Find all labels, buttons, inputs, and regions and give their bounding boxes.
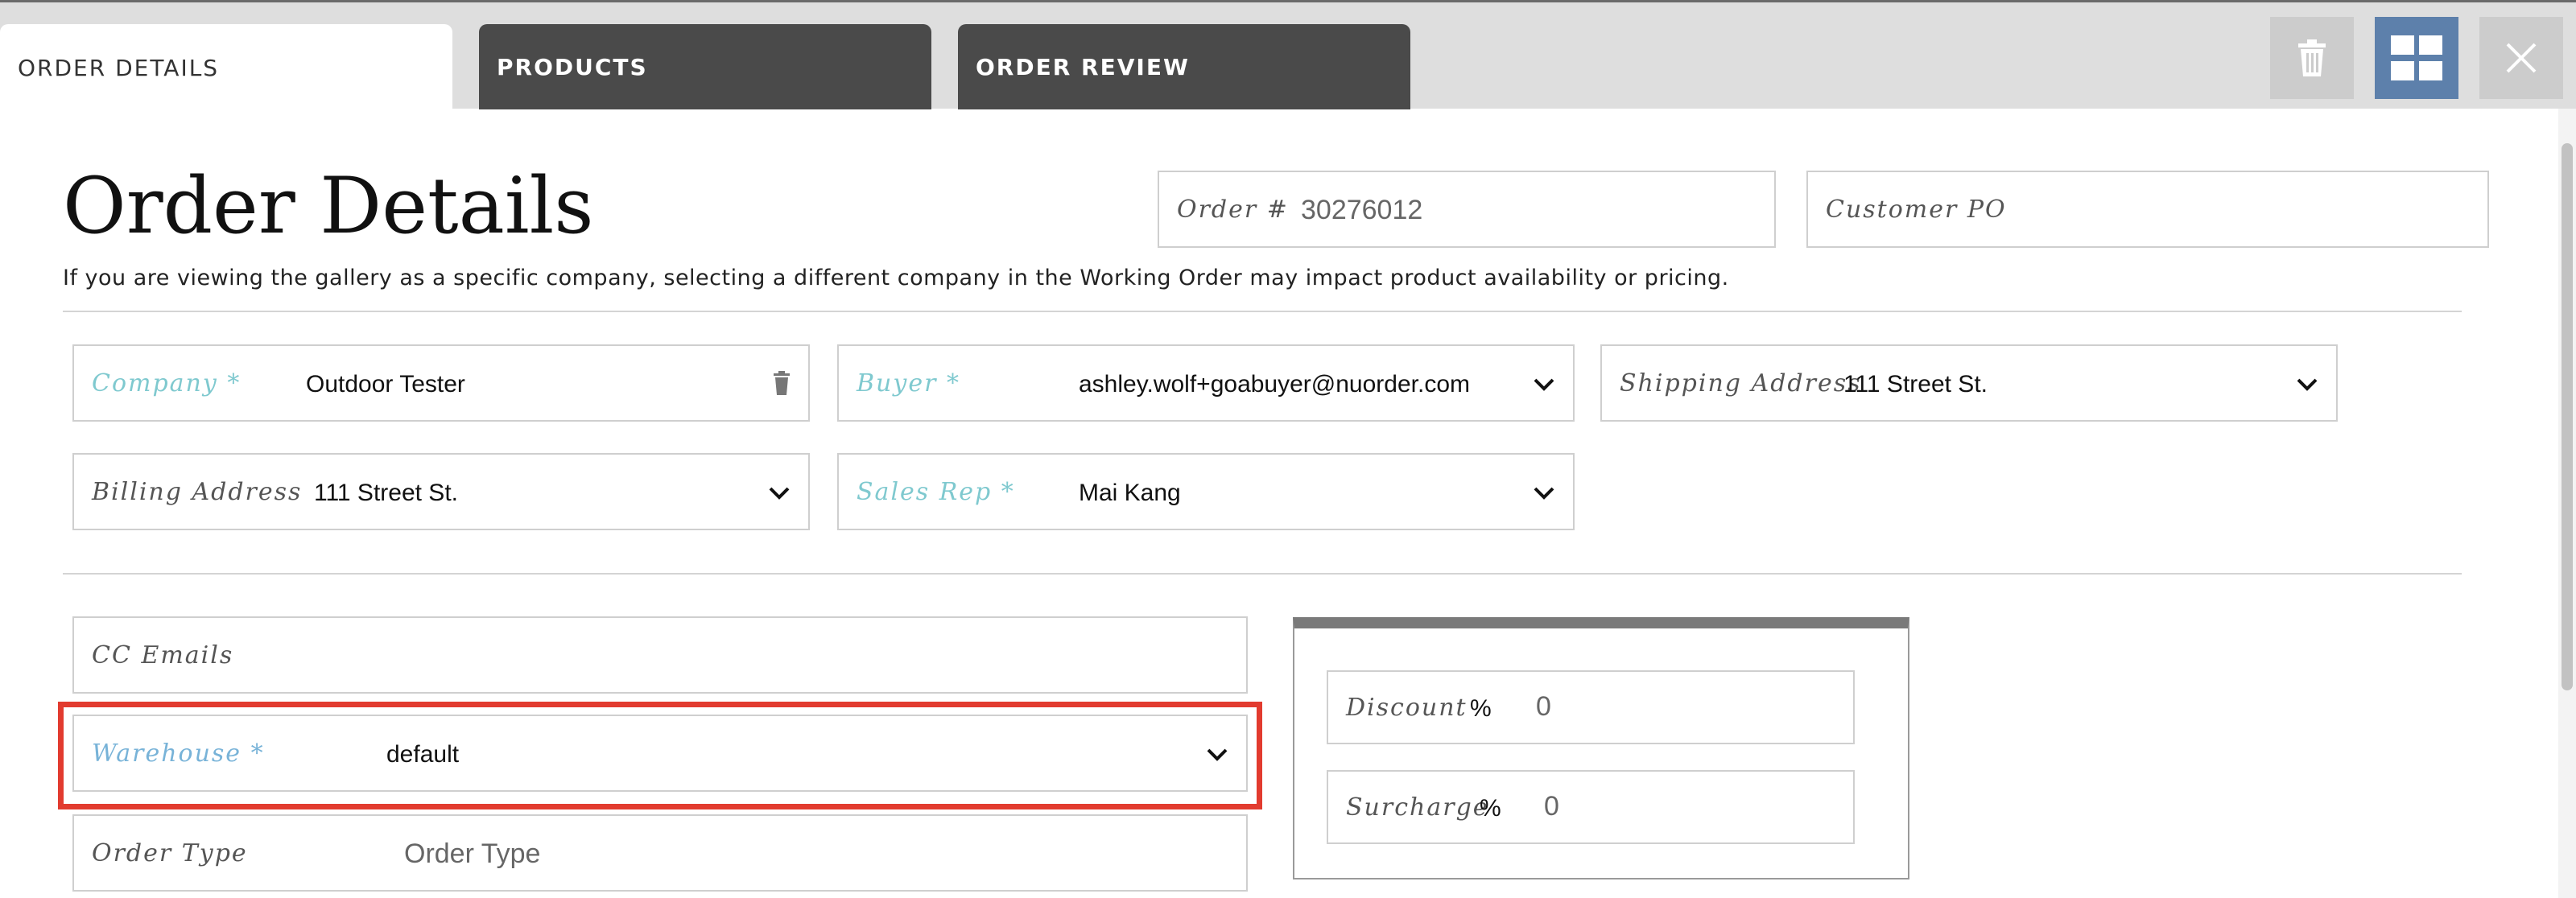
tab-order-details[interactable]: ORDER DETAILS (0, 24, 452, 111)
chevron-down-icon (1534, 378, 1554, 391)
order-type-placeholder: Order Type (404, 838, 541, 869)
shipping-address-field[interactable]: Shipping Address 111 Street St. (1600, 344, 2338, 422)
tab-products[interactable]: PRODUCTS (479, 24, 931, 109)
cc-emails-label: CC Emails (92, 641, 234, 669)
sales-rep-value: Mai Kang (1079, 480, 1181, 506)
discount-field[interactable]: Discount % 0 (1327, 670, 1855, 744)
warehouse-highlight (58, 702, 1262, 809)
surcharge-unit: % (1480, 795, 1501, 822)
company-label: Company * (92, 369, 242, 398)
buyer-label: Buyer * (857, 369, 960, 398)
billing-address-field[interactable]: Billing Address 111 Street St. (72, 453, 810, 530)
tab-bar: ORDER DETAILS PRODUCTS ORDER REVIEW (0, 0, 2576, 111)
divider (63, 311, 2462, 312)
shipping-address-label: Shipping Address (1620, 369, 1862, 398)
close-icon (2506, 43, 2537, 73)
grid-icon (2391, 35, 2442, 80)
divider (63, 573, 2462, 575)
tab-label: ORDER DETAILS (18, 54, 220, 81)
buyer-field[interactable]: Buyer * ashley.wolf+goabuyer@nuorder.com (837, 344, 1575, 422)
chevron-down-icon (1534, 487, 1554, 500)
order-number-value: 30276012 (1301, 195, 1423, 225)
surcharge-value: 0 (1544, 791, 1559, 822)
chevron-down-icon (769, 487, 790, 500)
billing-address-label: Billing Address (92, 477, 303, 506)
trash-icon (2298, 39, 2326, 76)
customer-po-label: Customer PO (1826, 195, 2007, 224)
tab-label: ORDER REVIEW (976, 53, 1190, 80)
order-type-field[interactable]: Order Type Order Type (72, 814, 1248, 892)
adjustments-panel: Discount % 0 Surcharge % 0 (1293, 617, 1909, 879)
order-number-label: Order # (1177, 195, 1289, 224)
page-title: Order Details (63, 161, 594, 251)
tab-label: PRODUCTS (497, 53, 648, 80)
surcharge-field[interactable]: Surcharge % 0 (1327, 770, 1855, 844)
scrollbar-thumb[interactable] (2562, 143, 2573, 690)
shipping-address-value: 111 Street St. (1843, 371, 1988, 398)
billing-address-value: 111 Street St. (314, 480, 458, 506)
company-value: Outdoor Tester (306, 371, 465, 398)
tab-order-review[interactable]: ORDER REVIEW (958, 24, 1410, 109)
chevron-down-icon (2297, 378, 2318, 391)
discount-label: Discount (1346, 693, 1468, 722)
customer-po-field[interactable]: Customer PO (1806, 171, 2489, 248)
cc-emails-field[interactable]: CC Emails (72, 616, 1248, 694)
sales-rep-label: Sales Rep * (857, 477, 1015, 506)
buyer-value: ashley.wolf+goabuyer@nuorder.com (1079, 371, 1471, 398)
company-notice: If you are viewing the gallery as a spec… (63, 266, 1729, 290)
discount-value: 0 (1536, 691, 1551, 722)
order-number-field[interactable]: Order # 30276012 (1158, 171, 1776, 248)
delete-order-button[interactable] (2270, 17, 2354, 99)
close-button[interactable] (2479, 17, 2563, 99)
company-field[interactable]: Company * Outdoor Tester (72, 344, 810, 422)
sales-rep-field[interactable]: Sales Rep * Mai Kang (837, 453, 1575, 530)
grid-view-button[interactable] (2375, 17, 2458, 99)
order-type-label: Order Type (92, 838, 248, 867)
trash-icon[interactable] (773, 371, 791, 395)
surcharge-label: Surcharge (1346, 793, 1489, 822)
discount-unit: % (1470, 695, 1492, 722)
